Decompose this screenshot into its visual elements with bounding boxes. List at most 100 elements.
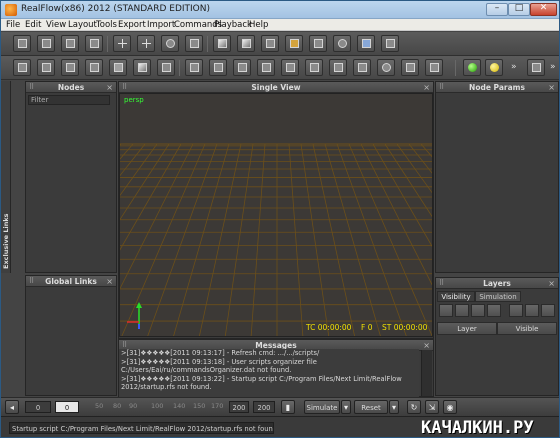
emitter-object-button[interactable] [133, 59, 151, 76]
scale-tool-button[interactable] [185, 35, 203, 52]
add-rigid-button[interactable] [381, 35, 399, 52]
start-frame-field[interactable]: 0 [25, 401, 51, 413]
add-emitter-button[interactable] [237, 35, 255, 52]
menu-file[interactable]: File [6, 19, 20, 31]
menu-import[interactable]: Import [147, 19, 175, 31]
timeline-tick: 150 [193, 402, 206, 410]
layer-add-button[interactable] [439, 304, 453, 317]
global-links-panel-close-icon[interactable]: × [106, 276, 113, 287]
simulate-button[interactable]: Simulate [304, 400, 340, 414]
script-button[interactable] [527, 59, 545, 76]
emitter-circle-button[interactable] [13, 59, 31, 76]
tab-simulation[interactable]: Simulation [475, 291, 521, 302]
daemon-attractor-button[interactable] [257, 59, 275, 76]
refresh-button[interactable]: ↻ [407, 400, 421, 414]
timeline-prev-button[interactable]: ◂ [5, 400, 19, 414]
timeline-tick: 50 [95, 402, 104, 410]
move-tool-button[interactable] [137, 35, 155, 52]
preview-button[interactable]: ◉ [443, 400, 457, 414]
single-view-panel-close-icon[interactable]: × [423, 82, 430, 93]
minimize-button[interactable]: – [486, 3, 508, 16]
add-daemon-button[interactable] [261, 35, 279, 52]
menu-playback[interactable]: Playback [214, 19, 252, 31]
add-mesh-button[interactable] [285, 35, 303, 52]
emitter-square-button[interactable] [37, 59, 55, 76]
layer-settings-button[interactable] [525, 304, 539, 317]
simulate-light-green[interactable] [463, 59, 481, 76]
menu-layout[interactable]: Layout [68, 19, 97, 31]
daemon-drag-button[interactable] [305, 59, 323, 76]
nodes-filter-field[interactable]: Filter [28, 95, 110, 105]
daemon-k-speed-button[interactable] [425, 59, 443, 76]
rotate-tool-button[interactable] [161, 35, 179, 52]
select-tool-button[interactable] [113, 35, 131, 52]
drag-icon [310, 63, 319, 72]
layer-remove-button[interactable] [455, 304, 469, 317]
daemon-gravity-button[interactable] [185, 59, 203, 76]
messages-log[interactable]: >[31]❖❖❖❖❖[2011 09:13:17] - Refresh cmd:… [119, 349, 419, 397]
daemon-surface-button[interactable] [353, 59, 371, 76]
message-line: 2012/startup.rfs not found. [121, 383, 212, 391]
messages-scrollbar[interactable] [421, 350, 432, 396]
reset-button[interactable]: Reset [354, 400, 388, 414]
add-grid-button[interactable] [357, 35, 375, 52]
layer-menu-button[interactable] [541, 304, 555, 317]
menu-export[interactable]: Export [118, 19, 146, 31]
open-scene-button[interactable] [37, 35, 55, 52]
status-message: Startup script C:/Program Files/Next Lim… [9, 422, 274, 434]
toolbar-overflow-icon[interactable]: » [511, 62, 517, 72]
grid-line [250, 143, 266, 336]
timeline-lock-button[interactable]: ▮ [281, 400, 295, 414]
new-scene-button[interactable] [13, 35, 31, 52]
daemon-noise-button[interactable] [281, 59, 299, 76]
menu-view[interactable]: View [46, 19, 66, 31]
add-object-button[interactable] [213, 35, 231, 52]
export-button[interactable]: ⇲ [425, 400, 439, 414]
layers-column-visible[interactable]: Visible [497, 322, 557, 335]
simulate-dropdown[interactable]: ▾ [341, 400, 351, 414]
daemon-wind-button[interactable] [209, 59, 227, 76]
global-links-panel-header: ⠿ Global Links × [26, 276, 116, 287]
toolbar-separator [179, 60, 180, 76]
node-params-panel-close-icon[interactable]: × [548, 82, 555, 93]
daemon-vortex-button[interactable] [233, 59, 251, 76]
3d-viewport[interactable]: persp TC 00:00:00 F 0 ST 00:00:00 [119, 93, 433, 337]
toolbar-overflow-icon-2[interactable]: » [550, 62, 556, 72]
eye-icon: ◉ [446, 403, 454, 412]
daemon-sphere-button[interactable] [377, 59, 395, 76]
camera-label[interactable]: persp [124, 96, 144, 104]
nodes-panel-close-icon[interactable]: × [106, 82, 113, 93]
menu-tools[interactable]: Tools [96, 19, 117, 31]
chevron-down-icon: ▾ [391, 403, 396, 412]
grid-line [224, 143, 254, 336]
layer-down-button[interactable] [487, 304, 501, 317]
simulate-light-yellow[interactable] [485, 59, 503, 76]
reset-dropdown[interactable]: ▾ [389, 400, 399, 414]
emitter-sphere-button[interactable] [109, 59, 127, 76]
layers-panel-close-icon[interactable]: × [548, 278, 555, 289]
layers-column-layer[interactable]: Layer [437, 322, 497, 335]
emitter-spline-button[interactable] [85, 59, 103, 76]
spline-emitter-icon [90, 63, 99, 72]
timecode-readout: TC 00:00:00 [306, 323, 352, 332]
menu-help[interactable]: Help [249, 19, 268, 31]
layer-up-button[interactable] [471, 304, 485, 317]
daemon-kill-button[interactable] [329, 59, 347, 76]
current-frame-field[interactable]: 0 [55, 401, 79, 413]
maximize-button[interactable]: □ [508, 3, 530, 16]
add-wave-button[interactable] [333, 35, 351, 52]
emitter-triangle-button[interactable] [61, 59, 79, 76]
emitter-fill-button[interactable] [157, 59, 175, 76]
layer-options-button[interactable] [509, 304, 523, 317]
grid-line [348, 143, 432, 336]
exclusive-links-tab[interactable]: Exclusive Links [1, 81, 11, 273]
max-frame-field[interactable]: 200 [253, 401, 275, 413]
end-frame-field[interactable]: 200 [229, 401, 249, 413]
save-scene-button[interactable] [61, 35, 79, 52]
tab-visibility[interactable]: Visibility [437, 291, 475, 302]
daemon-k-volume-button[interactable] [401, 59, 419, 76]
add-camera-button[interactable] [309, 35, 327, 52]
close-button[interactable]: ✕ [530, 3, 557, 16]
menu-edit[interactable]: Edit [25, 19, 41, 31]
save-as-button[interactable] [85, 35, 103, 52]
